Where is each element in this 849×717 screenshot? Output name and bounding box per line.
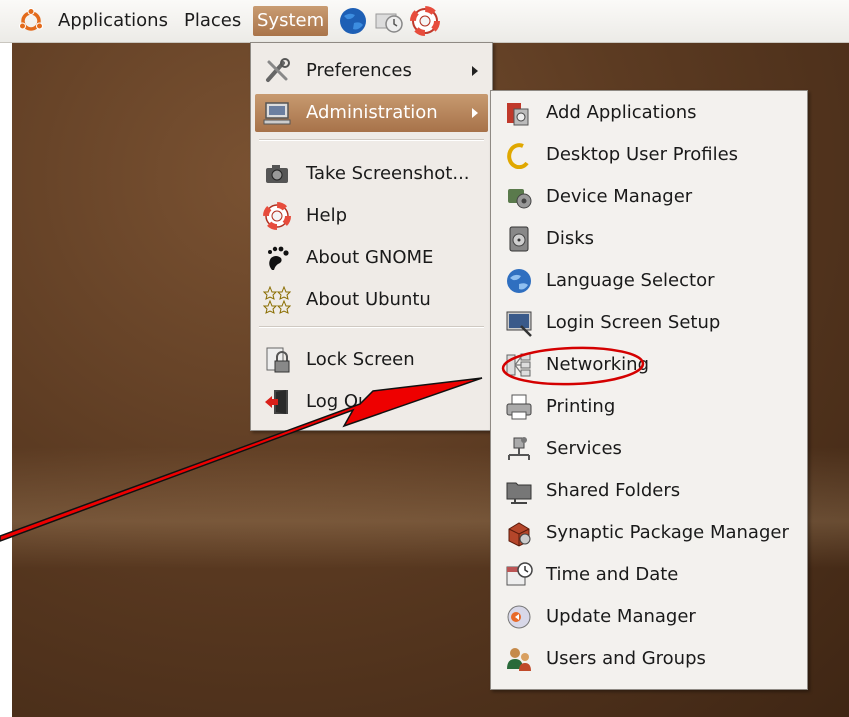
email-clock-icon[interactable] [374,6,404,36]
menu-item-label: Update Manager [546,606,696,627]
menu-item-device-manager[interactable]: Device Manager [495,178,803,216]
menu-item-label: About GNOME [306,247,434,268]
clock-calendar-icon [506,562,533,586]
camera-icon [266,165,288,183]
gnome-foot-icon [268,246,289,270]
help-lifebuoy-icon [263,202,291,230]
add-applications-icon [507,103,529,126]
globe-icon [507,269,531,293]
menu-item-administration[interactable]: Administration [255,94,488,132]
services-icon [508,437,530,460]
menu-item-label: Language Selector [546,270,715,291]
menu-item-label: Time and Date [546,564,679,585]
shared-folders-icon [506,482,532,504]
menu-item-label: Help [306,205,348,226]
menu-item-add-applications[interactable]: Add Applications [495,94,803,132]
submenu-arrow-icon [472,66,478,76]
menu-item-lock-screen[interactable]: Lock Screen [255,341,488,379]
menu-item-desktop-user-profiles[interactable]: Desktop User Profiles [495,136,803,174]
menu-item-synaptic-package-manager[interactable]: Synaptic Package Manager [495,514,803,552]
menu-item-label: Device Manager [546,186,693,207]
menu-separator [259,326,484,328]
menu-item-label: Desktop User Profiles [546,144,739,165]
menu-item-language-selector[interactable]: Language Selector [495,262,803,300]
menu-item-label: Take Screenshot... [306,163,470,184]
menu-item-label: Login Screen Setup [546,312,721,333]
menu-item-take-screenshot[interactable]: Take Screenshot... [255,155,488,193]
menu-item-login-screen-setup[interactable]: Login Screen Setup [495,304,803,342]
applications-menu[interactable]: Applications [54,6,172,36]
menu-item-networking[interactable]: Networking [495,346,803,384]
system-menu: Preferences Administration Take Screensh… [250,42,493,431]
menu-item-label: Users and Groups [546,648,706,669]
administration-icon [263,102,291,125]
menu-item-disks[interactable]: Disks [495,220,803,258]
menu-item-label: Shared Folders [546,480,681,501]
menu-item-label: Lock Screen [306,349,415,370]
menu-item-label: About Ubuntu [306,289,431,310]
menu-item-label: Synaptic Package Manager [546,522,789,543]
menu-item-log-out[interactable]: Log Out [255,383,488,421]
menu-item-label: Log Out [306,391,377,412]
preferences-icon [266,58,290,82]
update-manager-icon [507,605,531,629]
synaptic-icon [508,522,531,547]
menu-item-label: Printing [546,396,616,417]
top-panel: Applications Places System [0,0,849,43]
administration-submenu: Add Applications Desktop User Profiles D… [490,90,808,690]
menu-item-label: Networking [546,354,649,375]
menu-separator [259,139,484,141]
web-browser-globe-icon[interactable] [338,6,368,36]
user-profiles-icon [507,143,529,169]
menu-item-update-manager[interactable]: Update Manager [495,598,803,636]
device-manager-icon [508,189,532,209]
system-menu-button[interactable]: System [253,6,329,36]
login-screen-icon [506,311,532,337]
menu-item-about-gnome[interactable]: About GNOME [255,239,488,277]
menu-item-label: Disks [546,228,595,249]
lock-icon [266,347,290,373]
menu-item-label: Add Applications [546,102,697,123]
menu-item-help[interactable]: Help [255,197,488,235]
ubuntu-stars-icon [263,286,291,314]
menu-item-services[interactable]: Services [495,430,803,468]
users-groups-icon [507,648,531,671]
help-lifebuoy-icon[interactable] [410,6,440,36]
menu-item-about-ubuntu[interactable]: About Ubuntu [255,281,488,319]
ubuntu-logo-icon[interactable] [18,8,44,34]
menu-item-shared-folders[interactable]: Shared Folders [495,472,803,510]
printer-icon [506,394,532,420]
submenu-arrow-icon [472,108,478,118]
disks-icon [509,226,529,252]
networking-icon [506,353,531,377]
menu-item-time-and-date[interactable]: Time and Date [495,556,803,594]
menu-item-users-and-groups[interactable]: Users and Groups [495,640,803,678]
menu-item-printing[interactable]: Printing [495,388,803,426]
places-menu[interactable]: Places [180,6,245,36]
menu-item-label: Services [546,438,622,459]
logout-icon [265,390,288,414]
menu-item-preferences[interactable]: Preferences [255,52,488,90]
menu-item-label: Administration [306,102,438,123]
menu-item-label: Preferences [306,60,412,81]
